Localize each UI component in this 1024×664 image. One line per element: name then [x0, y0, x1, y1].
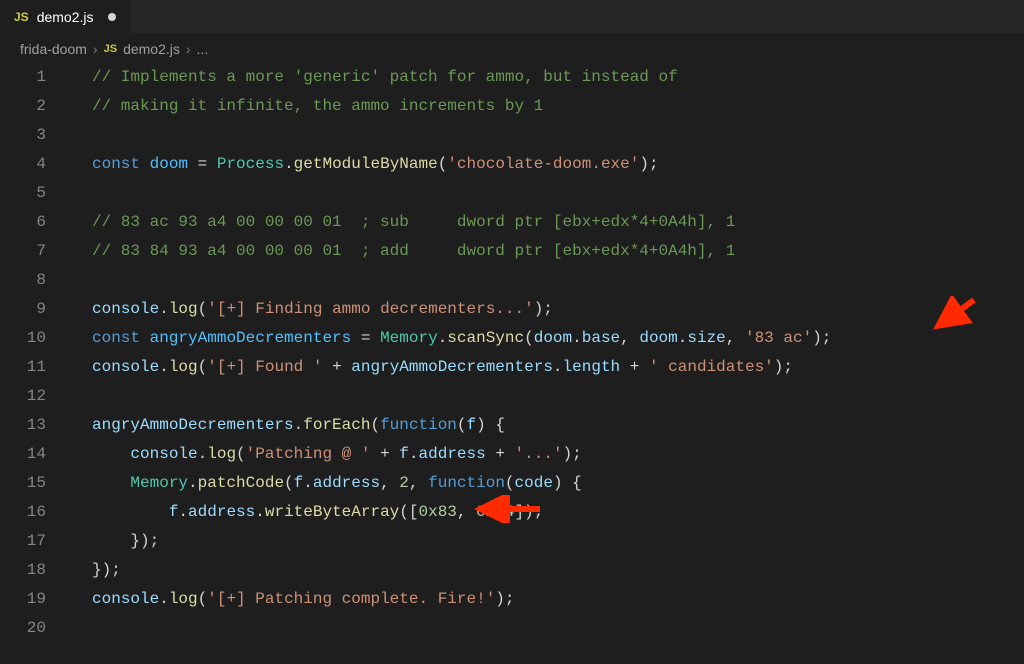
line-number: 16: [0, 498, 72, 527]
line-number: 9: [0, 295, 72, 324]
line-number: 18: [0, 556, 72, 585]
breadcrumb-folder[interactable]: frida-doom: [20, 41, 87, 57]
line-number: 2: [0, 92, 72, 121]
line-number: 5: [0, 179, 72, 208]
code-content[interactable]: // Implements a more 'generic' patch for…: [72, 63, 1024, 643]
chevron-right-icon: ›: [93, 41, 98, 57]
chevron-right-icon: ›: [186, 41, 191, 57]
line-number: 20: [0, 614, 72, 643]
file-tab[interactable]: JS demo2.js: [0, 0, 131, 34]
line-number: 17: [0, 527, 72, 556]
line-number: 4: [0, 150, 72, 179]
line-number: 19: [0, 585, 72, 614]
tab-bar: JS demo2.js: [0, 0, 1024, 35]
js-file-icon: JS: [14, 10, 29, 24]
line-number: 8: [0, 266, 72, 295]
line-number: 7: [0, 237, 72, 266]
modified-indicator-icon: [108, 13, 116, 21]
line-number: 11: [0, 353, 72, 382]
line-number: 10: [0, 324, 72, 353]
tab-filename: demo2.js: [37, 9, 94, 25]
line-number: 1: [0, 63, 72, 92]
line-number: 13: [0, 411, 72, 440]
line-number: 14: [0, 440, 72, 469]
line-number: 15: [0, 469, 72, 498]
code-editor[interactable]: 1 2 3 4 5 6 7 8 9 10 11 12 13 14 15 16 1…: [0, 63, 1024, 643]
line-number: 6: [0, 208, 72, 237]
breadcrumb[interactable]: frida-doom › JS demo2.js › ...: [0, 35, 1024, 63]
breadcrumb-file[interactable]: demo2.js: [123, 41, 180, 57]
breadcrumb-more[interactable]: ...: [197, 41, 209, 57]
js-file-icon: JS: [104, 43, 117, 55]
line-number: 12: [0, 382, 72, 411]
line-number-gutter: 1 2 3 4 5 6 7 8 9 10 11 12 13 14 15 16 1…: [0, 63, 72, 643]
line-number: 3: [0, 121, 72, 150]
